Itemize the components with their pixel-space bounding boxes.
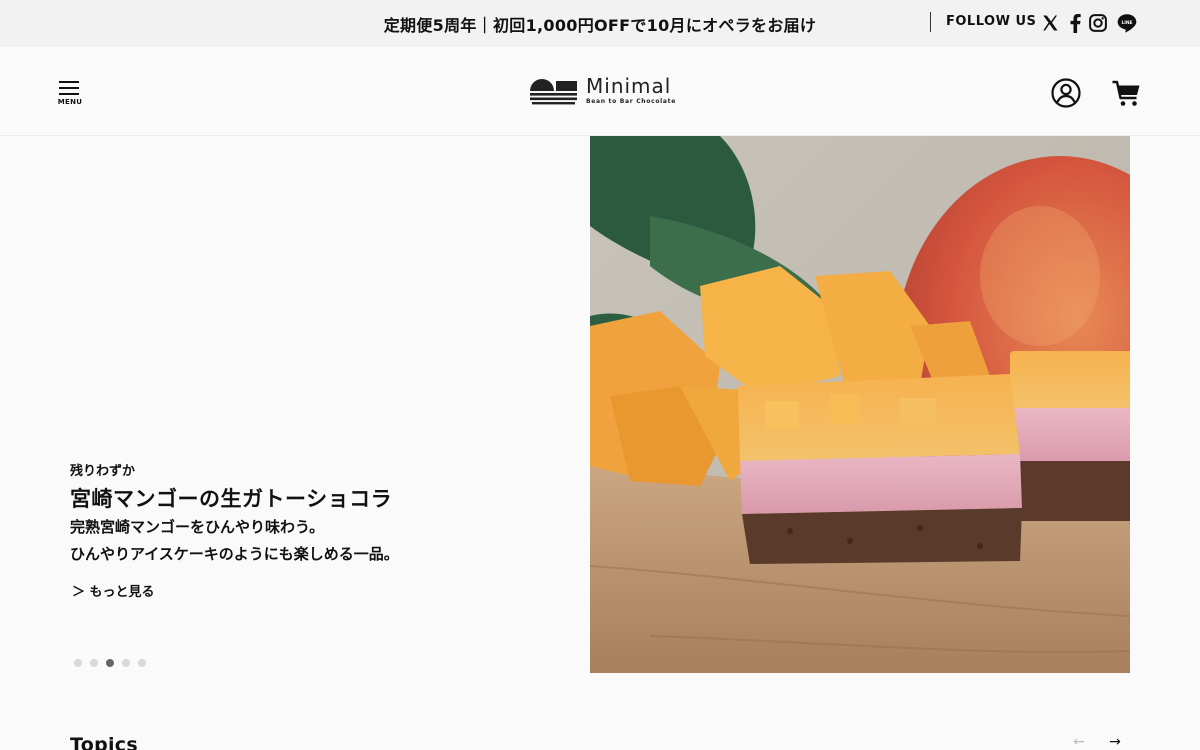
site-logo[interactable]: Minimal Bean to Bar Chocolate xyxy=(529,74,677,107)
slider-dot[interactable] xyxy=(138,659,146,667)
logo-mark-icon xyxy=(530,79,577,105)
slider-dot[interactable] xyxy=(90,659,98,667)
facebook-icon[interactable] xyxy=(1064,12,1086,34)
slider-pagination xyxy=(74,659,146,667)
line-icon-text: LINE xyxy=(1121,20,1132,26)
line-icon[interactable]: LINE xyxy=(1116,12,1138,34)
hero-product-image[interactable] xyxy=(590,136,1130,673)
hamburger-icon xyxy=(59,81,79,83)
hero-text-block: 残りわずか 宮崎マンゴーの生ガトーショコラ 完熟宮崎マンゴーをひんやり味わう。 … xyxy=(70,460,550,600)
hero-kicker: 残りわずか xyxy=(70,464,136,479)
follow-us-label: FOLLOW US xyxy=(930,12,1036,32)
site-header: MENU Minimal Bean to Bar Chocolate xyxy=(0,47,1200,136)
logo-tagline: Bean to Bar Chocolate xyxy=(586,98,677,105)
hero-description-line-2: ひんやりアイスケーキのようにも楽しめる一品。 xyxy=(70,545,399,563)
arrow-right-icon[interactable]: → xyxy=(1107,734,1123,750)
menu-button[interactable]: MENU xyxy=(56,79,84,107)
hero-description-line-1: 完熟宮崎マンゴーをひんやり味わう。 xyxy=(70,518,325,536)
cart-icon[interactable] xyxy=(1111,77,1143,109)
account-icon[interactable] xyxy=(1050,77,1082,109)
menu-label: MENU xyxy=(57,98,83,106)
mango-cake-photo xyxy=(590,136,1130,673)
slider-dot[interactable] xyxy=(74,659,82,667)
instagram-icon[interactable] xyxy=(1087,12,1109,34)
slider-dot[interactable] xyxy=(122,659,130,667)
slider-dot-active[interactable] xyxy=(106,659,114,667)
x-icon[interactable] xyxy=(1039,12,1061,34)
more-link[interactable]: ＞ もっと見る xyxy=(72,581,155,600)
topics-heading: Topics xyxy=(70,734,138,750)
announcement-bar: 定期便5周年｜初回1,000円OFFで10月にオペラをお届け FOLLOW US… xyxy=(0,0,1200,47)
arrow-left-icon[interactable]: ← xyxy=(1071,734,1087,750)
logo-wordmark: Minimal xyxy=(586,74,672,98)
hero-title[interactable]: 宮崎マンゴーの生ガトーショコラ xyxy=(70,483,550,513)
